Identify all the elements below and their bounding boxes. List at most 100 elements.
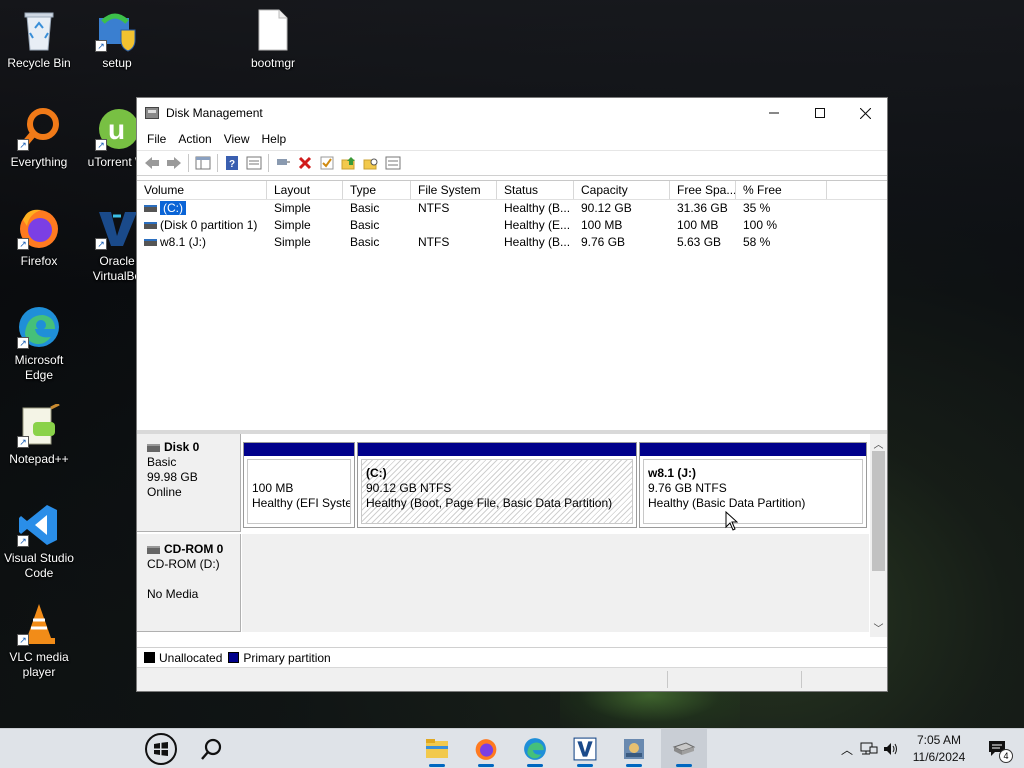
volume-row[interactable]: (C:) Simple Basic NTFS Healthy (B... 90.… [137,200,887,217]
column-header-layout[interactable]: Layout [267,181,343,199]
app-icon [624,739,644,759]
desktop-icon-label: Visual Studio Code [4,551,74,580]
desktop-icon-everything[interactable]: ↗ Everything [0,101,78,191]
close-button[interactable] [842,98,888,128]
delete-button[interactable] [294,152,316,174]
volume-row[interactable]: w8.1 (J:) Simple Basic NTFS Healthy (B..… [137,234,887,251]
partition-body: (C:) 90.12 GB NTFS Healthy (Boot, Page F… [361,459,633,524]
desktop-icon-vscode[interactable]: ↗ Visual Studio Code [0,497,78,587]
desktop-icon-edge[interactable]: ↗ Microsoft Edge [0,299,78,389]
clock[interactable]: 7:05 AM 11/6/2024 [904,732,974,766]
forward-button[interactable] [163,152,185,174]
desktop-icon-notepadpp[interactable]: ↗ Notepad++ [0,398,78,488]
tray-chevron-up-icon[interactable]: ︿ [838,741,856,758]
percent-free-cell: 100 % [743,218,778,232]
toolbar-separator [188,154,189,172]
cdrom-0-label[interactable]: CD-ROM 0 CD-ROM (D:) No Media [137,534,241,632]
column-header-file-system[interactable]: File System [411,181,497,199]
notepadpp-icon: ↗ [17,402,61,448]
taskbar-virtualbox[interactable] [565,729,605,768]
partition-size: 100 MB [252,481,294,495]
search-button[interactable] [192,729,232,768]
running-indicator [626,764,642,767]
taskbar-edge[interactable] [515,729,555,768]
search-icon [201,738,222,760]
show-hide-console-tree-button[interactable] [192,152,214,174]
disk-management-window: Disk Management File Action View Help ? [136,97,888,692]
svg-text:u: u [108,114,125,145]
disk-type: Basic [147,455,177,469]
status-bar [137,667,887,691]
desktop-icon-bootmgr[interactable]: bootmgr [234,2,312,92]
partition-status: Healthy (EFI Syster [252,496,351,510]
start-button[interactable] [141,729,181,768]
partition-size: 9.76 GB NTFS [648,481,727,495]
column-header-type[interactable]: Type [343,181,411,199]
folder-up-button[interactable] [338,152,360,174]
close-icon [859,107,871,119]
svg-text:?: ? [229,159,235,170]
back-button[interactable] [141,152,163,174]
help-button[interactable]: ? [221,152,243,174]
volume-list-header: Volume Layout Type File System Status Ca… [137,181,887,200]
disk-0-label[interactable]: Disk 0 Basic 99.98 GB Online [137,434,241,532]
shortcut-arrow-icon: ↗ [95,238,107,250]
taskbar-file-explorer[interactable] [417,729,457,768]
legend-label: Unallocated [159,650,223,665]
toolbar-separator [217,154,218,172]
column-header-volume[interactable]: Volume [137,181,267,199]
volume-name: (Disk 0 partition 1) [160,218,258,232]
utorrent-icon: u ↗ [95,107,139,151]
menu-help[interactable]: Help [256,132,293,146]
taskbar-disk-management[interactable] [661,729,707,768]
partition-color-bar [358,443,636,456]
graph-pane-scrollbar[interactable]: ︿ ﹀ [870,434,887,637]
settings-list-button[interactable] [382,152,404,174]
help-icon: ? [226,156,238,170]
partition-status: Healthy (Boot, Page File, Basic Data Par… [366,496,613,510]
volume-speaker-icon[interactable] [882,741,900,757]
maximize-icon [815,108,825,118]
desktop-icon-recycle-bin[interactable]: Recycle Bin [0,2,78,92]
network-icon[interactable] [860,741,878,757]
check-button[interactable] [316,152,338,174]
column-header-percent-free[interactable]: % Free [736,181,827,199]
volume-row[interactable]: (Disk 0 partition 1) Simple Basic Health… [137,217,887,234]
desktop-icon-vlc[interactable]: ↗ VLC media player [0,596,78,686]
disk-size: 99.98 GB [147,470,198,484]
notification-badge: 4 [999,749,1013,763]
partition-color-bar [640,443,866,456]
scrollbar-thumb[interactable] [872,451,885,571]
taskbar-app[interactable] [614,729,654,768]
status-cell: Healthy (B... [504,235,571,249]
folder-search-button[interactable] [360,152,382,174]
type-cell: Basic [350,218,380,232]
desktop-icon-setup[interactable]: ↗ setup [78,2,156,92]
menu-file[interactable]: File [141,132,172,146]
scroll-down-icon[interactable]: ﹀ [870,620,887,635]
volume-name: (C:) [159,200,187,216]
minimize-button[interactable] [751,98,797,128]
partition-j[interactable]: w8.1 (J:) 9.76 GB NTFS Healthy (Basic Da… [639,442,867,528]
taskbar-firefox[interactable] [466,729,506,768]
capacity-cell: 90.12 GB [581,201,632,215]
menu-view[interactable]: View [218,132,256,146]
file-icon [251,8,295,52]
column-header-capacity[interactable]: Capacity [574,181,670,199]
system-tray: ︿ [838,729,900,768]
layout-cell: Simple [274,218,311,232]
scroll-up-icon[interactable]: ︿ [870,436,887,451]
partition-color-bar [244,443,354,456]
column-header-status[interactable]: Status [497,181,574,199]
partition-c[interactable]: (C:) 90.12 GB NTFS Healthy (Boot, Page F… [357,442,637,528]
column-header-free-space[interactable]: Free Spa... [670,181,736,199]
partition-efi[interactable]: 100 MB Healthy (EFI Syster [243,442,355,528]
maximize-button[interactable] [797,98,843,128]
properties-button[interactable] [243,152,265,174]
desktop-icon-firefox[interactable]: ↗ Firefox [0,200,78,290]
connect-button[interactable] [272,152,294,174]
title-bar[interactable]: Disk Management [137,98,887,128]
notification-center-button[interactable]: 4 [978,729,1018,768]
partition-body: 100 MB Healthy (EFI Syster [247,459,351,524]
menu-action[interactable]: Action [172,132,217,146]
